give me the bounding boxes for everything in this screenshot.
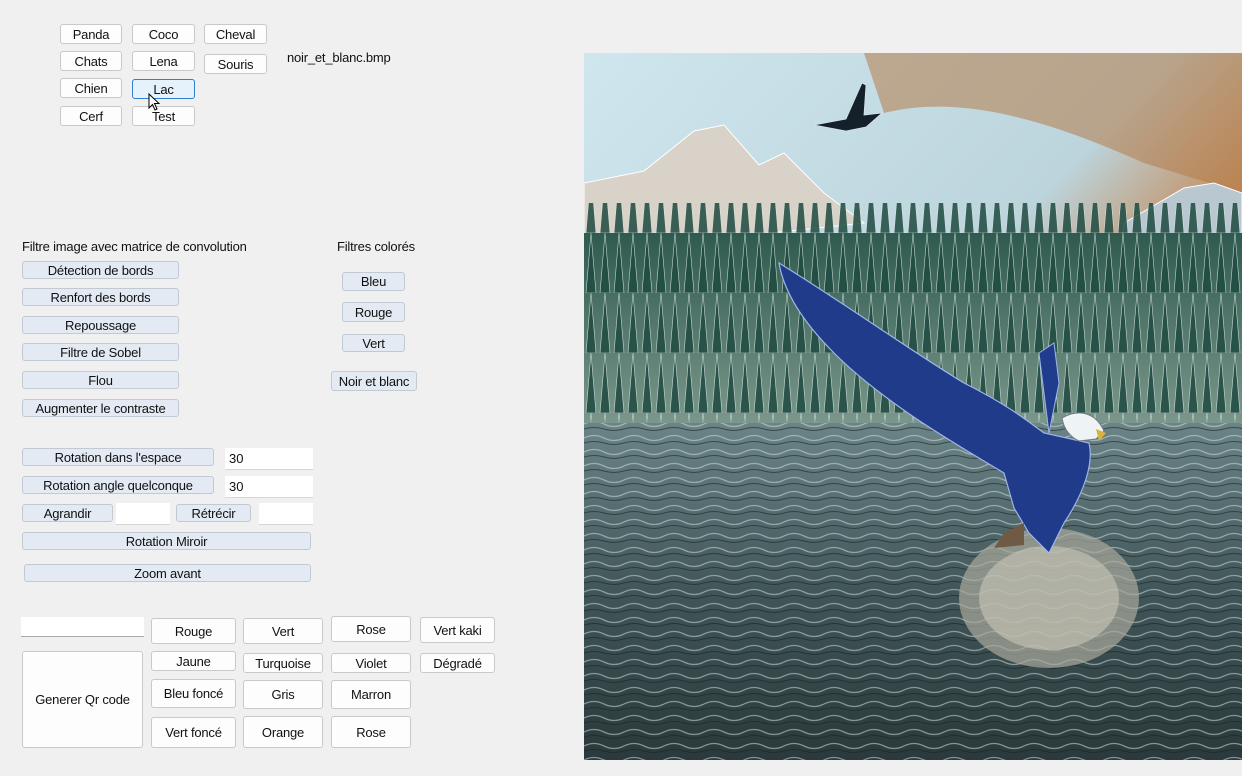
sobel-filter-button[interactable]: Filtre de Sobel	[22, 343, 179, 361]
qr-color-rose-button[interactable]: Rose	[331, 616, 411, 642]
qr-color-bleu-fonce-button[interactable]: Bleu foncé	[151, 679, 236, 708]
qr-color-degrade-button[interactable]: Dégradé	[420, 653, 495, 673]
rotation-space-input[interactable]: 30	[225, 448, 313, 470]
qr-color-vert-fonce-button[interactable]: Vert foncé	[151, 717, 236, 748]
image-button-cheval[interactable]: Cheval	[204, 24, 267, 44]
blur-button[interactable]: Flou	[22, 371, 179, 389]
qr-text-input[interactable]	[21, 617, 144, 637]
image-button-cerf[interactable]: Cerf	[60, 106, 122, 126]
emboss-button[interactable]: Repoussage	[22, 316, 179, 334]
qr-color-vert-kaki-button[interactable]: Vert kaki	[420, 617, 495, 643]
image-button-chien[interactable]: Chien	[60, 78, 122, 98]
enlarge-button[interactable]: Agrandir	[22, 504, 113, 522]
green-filter-button[interactable]: Vert	[342, 334, 405, 352]
zoom-in-button[interactable]: Zoom avant	[24, 564, 311, 582]
blue-filter-button[interactable]: Bleu	[342, 272, 405, 291]
convolution-title: Filtre image avec matrice de convolution	[22, 239, 247, 254]
mouse-cursor-icon	[148, 93, 160, 111]
processed-image	[584, 53, 1242, 760]
enlarge-input[interactable]	[116, 503, 170, 525]
shrink-input[interactable]	[259, 503, 313, 525]
mirror-rotation-button[interactable]: Rotation Miroir	[22, 532, 311, 550]
qr-color-marron-button[interactable]: Marron	[331, 680, 411, 709]
generate-qr-button[interactable]: Generer Qr code	[22, 651, 143, 748]
image-button-chats[interactable]: Chats	[60, 51, 122, 71]
qr-color-vert-button[interactable]: Vert	[243, 618, 323, 644]
rotation-angle-input[interactable]: 30	[225, 476, 313, 498]
black-white-filter-button[interactable]: Noir et blanc	[331, 371, 417, 391]
qr-color-rose-2-button[interactable]: Rose	[331, 716, 411, 748]
image-button-lena[interactable]: Lena	[132, 51, 195, 71]
shrink-button[interactable]: Rétrécir	[176, 504, 251, 522]
colored-filters-title: Filtres colorés	[337, 239, 415, 254]
filename-label: noir_et_blanc.bmp	[287, 50, 391, 65]
image-button-coco[interactable]: Coco	[132, 24, 195, 44]
qr-color-gris-button[interactable]: Gris	[243, 680, 323, 709]
image-button-panda[interactable]: Panda	[60, 24, 122, 44]
rotation-space-button[interactable]: Rotation dans l'espace	[22, 448, 214, 466]
edge-detection-button[interactable]: Détection de bords	[22, 261, 179, 279]
edge-enhance-button[interactable]: Renfort des bords	[22, 288, 179, 306]
qr-color-violet-button[interactable]: Violet	[331, 653, 411, 673]
image-preview	[584, 53, 1242, 760]
red-filter-button[interactable]: Rouge	[342, 302, 405, 322]
image-button-lac[interactable]: Lac	[132, 79, 195, 99]
image-button-test[interactable]: Test	[132, 106, 195, 126]
qr-color-jaune-button[interactable]: Jaune	[151, 651, 236, 671]
increase-contrast-button[interactable]: Augmenter le contraste	[22, 399, 179, 417]
qr-color-orange-button[interactable]: Orange	[243, 716, 323, 748]
rotation-angle-button[interactable]: Rotation angle quelconque	[22, 476, 214, 494]
image-button-souris[interactable]: Souris	[204, 54, 267, 74]
qr-color-turquoise-button[interactable]: Turquoise	[243, 653, 323, 673]
qr-color-rouge-button[interactable]: Rouge	[151, 618, 236, 644]
